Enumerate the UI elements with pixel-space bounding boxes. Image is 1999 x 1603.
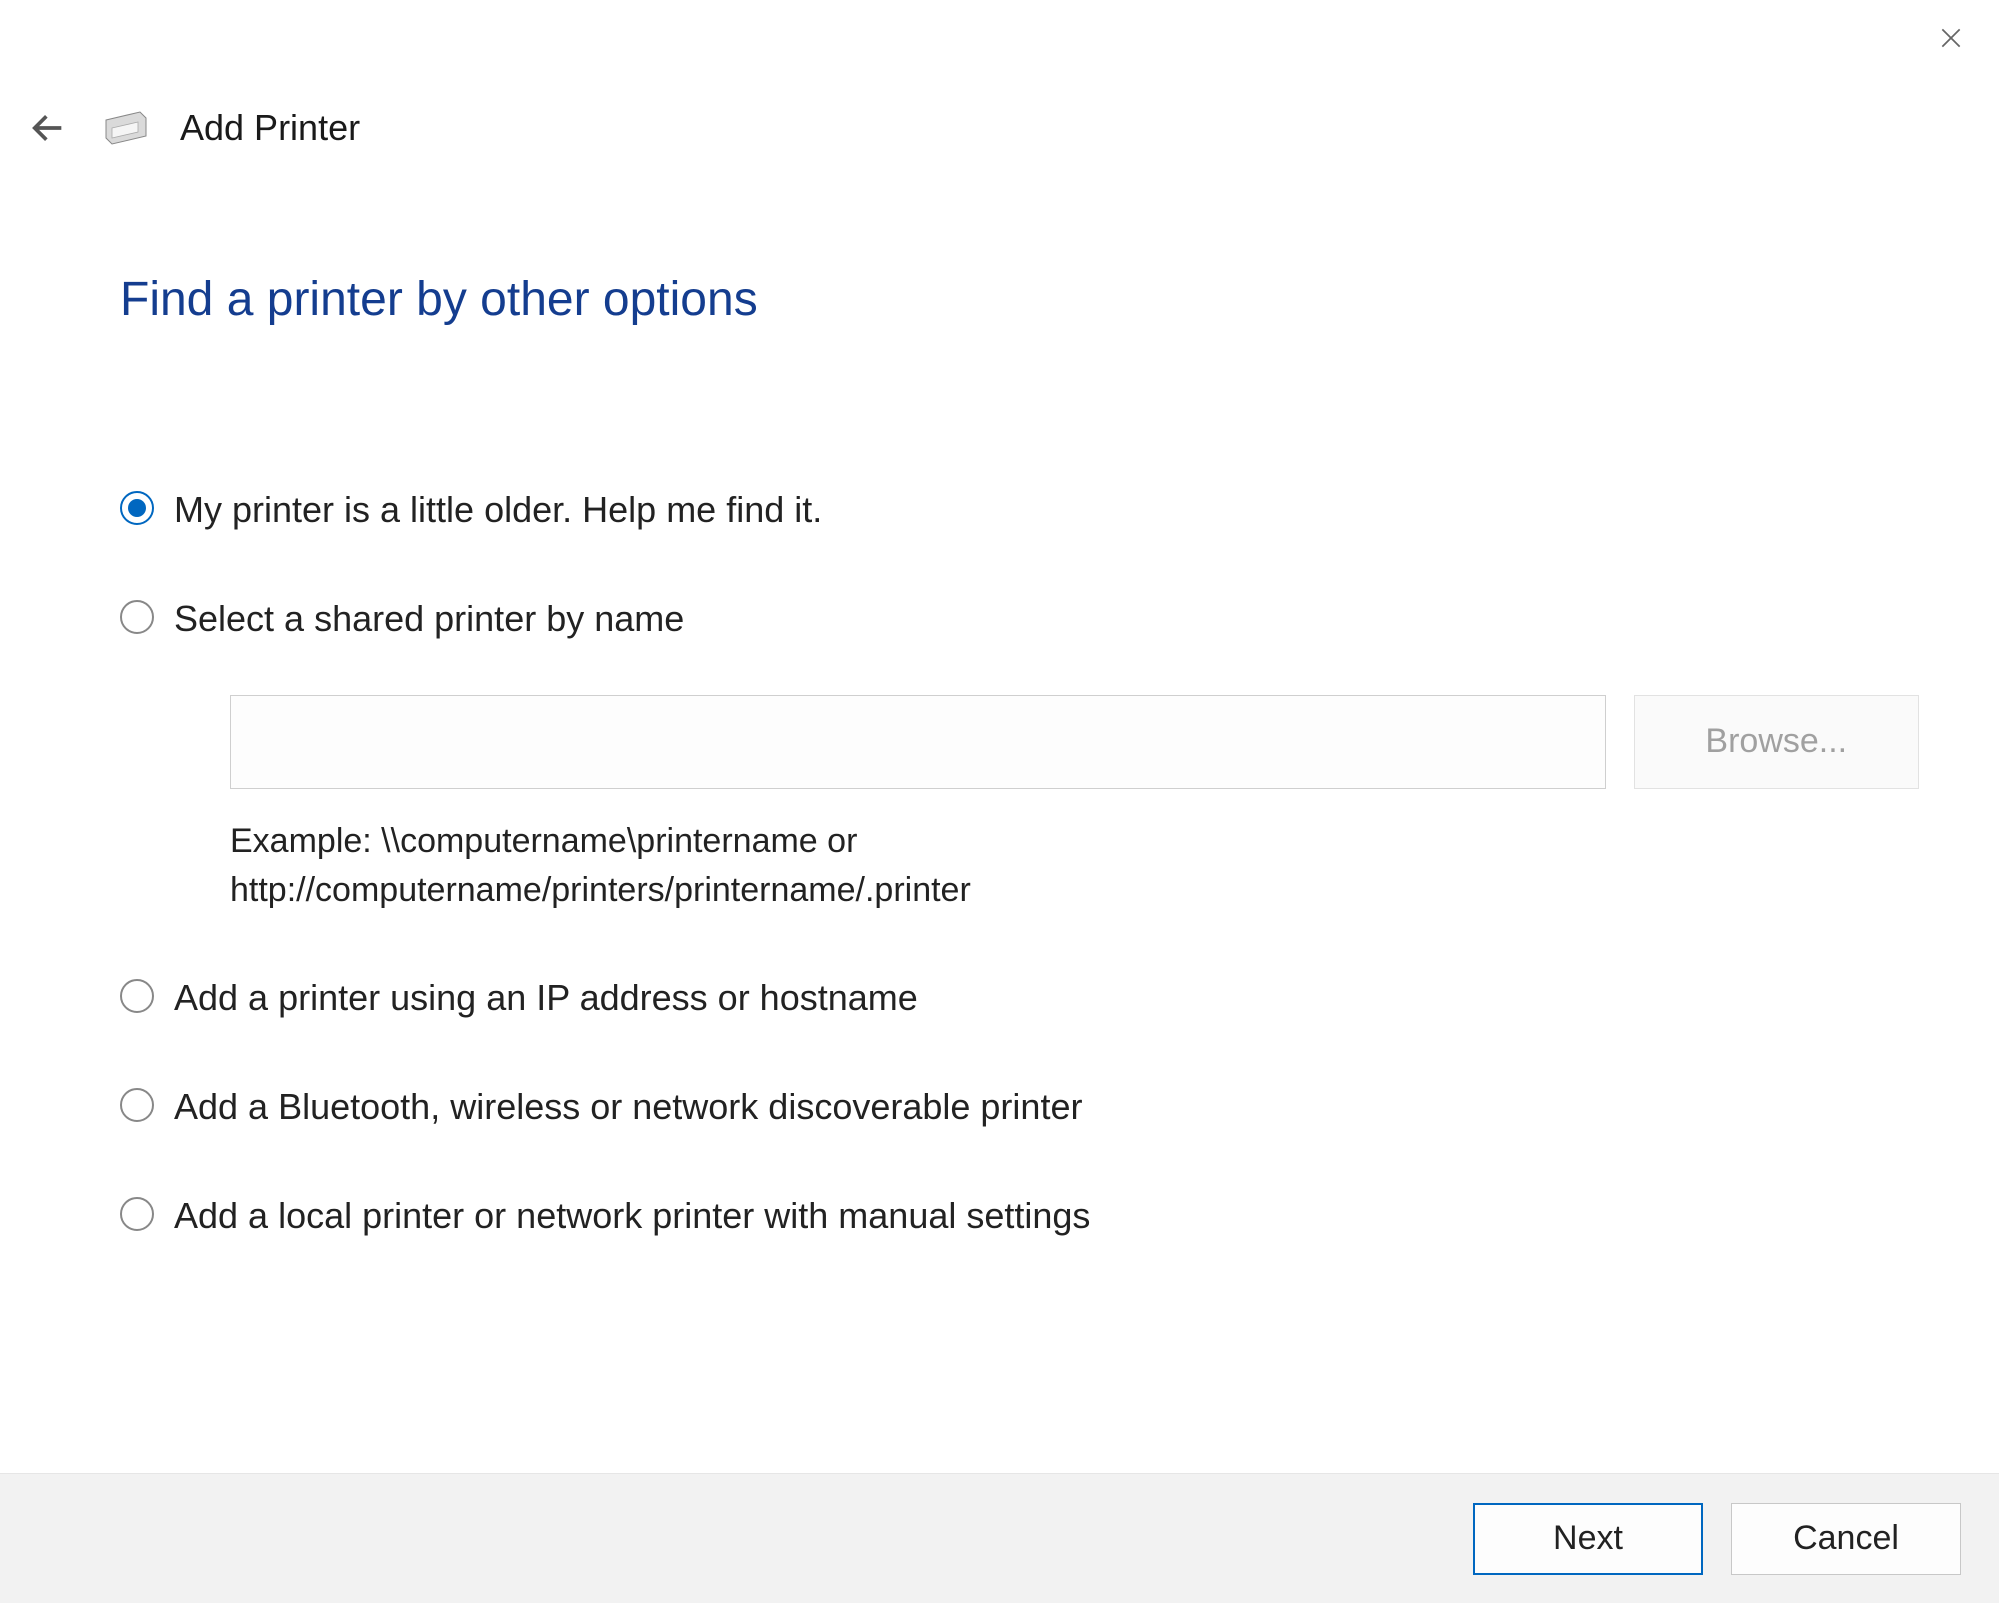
printer-icon bbox=[100, 108, 152, 148]
option-ip-hostname[interactable]: Add a printer using an IP address or hos… bbox=[120, 975, 1919, 1022]
wizard-content: Find a printer by other options My print… bbox=[120, 272, 1919, 1302]
shared-printer-example: Example: \\computername\printername or h… bbox=[230, 817, 1630, 916]
radio-icon bbox=[120, 491, 154, 525]
option-older-printer[interactable]: My printer is a little older. Help me fi… bbox=[120, 487, 1919, 534]
radio-label: Add a Bluetooth, wireless or network dis… bbox=[174, 1084, 1082, 1131]
next-button[interactable]: Next bbox=[1473, 1503, 1703, 1575]
option-shared-by-name[interactable]: Select a shared printer by name bbox=[120, 596, 1919, 643]
shared-input-row: Browse... bbox=[230, 695, 1919, 789]
radio-icon bbox=[120, 1197, 154, 1231]
shared-printer-path-input[interactable] bbox=[230, 695, 1606, 789]
back-button[interactable] bbox=[24, 104, 72, 152]
option-local-manual[interactable]: Add a local printer or network printer w… bbox=[120, 1193, 1919, 1240]
cancel-button[interactable]: Cancel bbox=[1731, 1503, 1961, 1575]
wizard-footer: Next Cancel bbox=[0, 1473, 1999, 1603]
page-heading: Find a printer by other options bbox=[120, 272, 1919, 327]
add-printer-wizard: Add Printer Find a printer by other opti… bbox=[0, 0, 1999, 1603]
radio-label: Add a printer using an IP address or hos… bbox=[174, 975, 918, 1022]
wizard-header: Add Printer bbox=[24, 104, 360, 152]
radio-label: My printer is a little older. Help me fi… bbox=[174, 487, 822, 534]
wizard-title: Add Printer bbox=[180, 107, 360, 149]
close-button[interactable] bbox=[1931, 18, 1971, 58]
option-bluetooth-wireless[interactable]: Add a Bluetooth, wireless or network dis… bbox=[120, 1084, 1919, 1131]
shared-printer-subsection: Browse... Example: \\computername\printe… bbox=[230, 695, 1919, 916]
radio-icon bbox=[120, 600, 154, 634]
arrow-left-icon bbox=[28, 108, 68, 148]
radio-icon bbox=[120, 979, 154, 1013]
printer-options-group: My printer is a little older. Help me fi… bbox=[120, 487, 1919, 1240]
radio-label: Add a local printer or network printer w… bbox=[174, 1193, 1090, 1240]
close-icon bbox=[1938, 25, 1964, 51]
radio-label: Select a shared printer by name bbox=[174, 596, 684, 643]
radio-icon bbox=[120, 1088, 154, 1122]
browse-button[interactable]: Browse... bbox=[1634, 695, 1919, 789]
